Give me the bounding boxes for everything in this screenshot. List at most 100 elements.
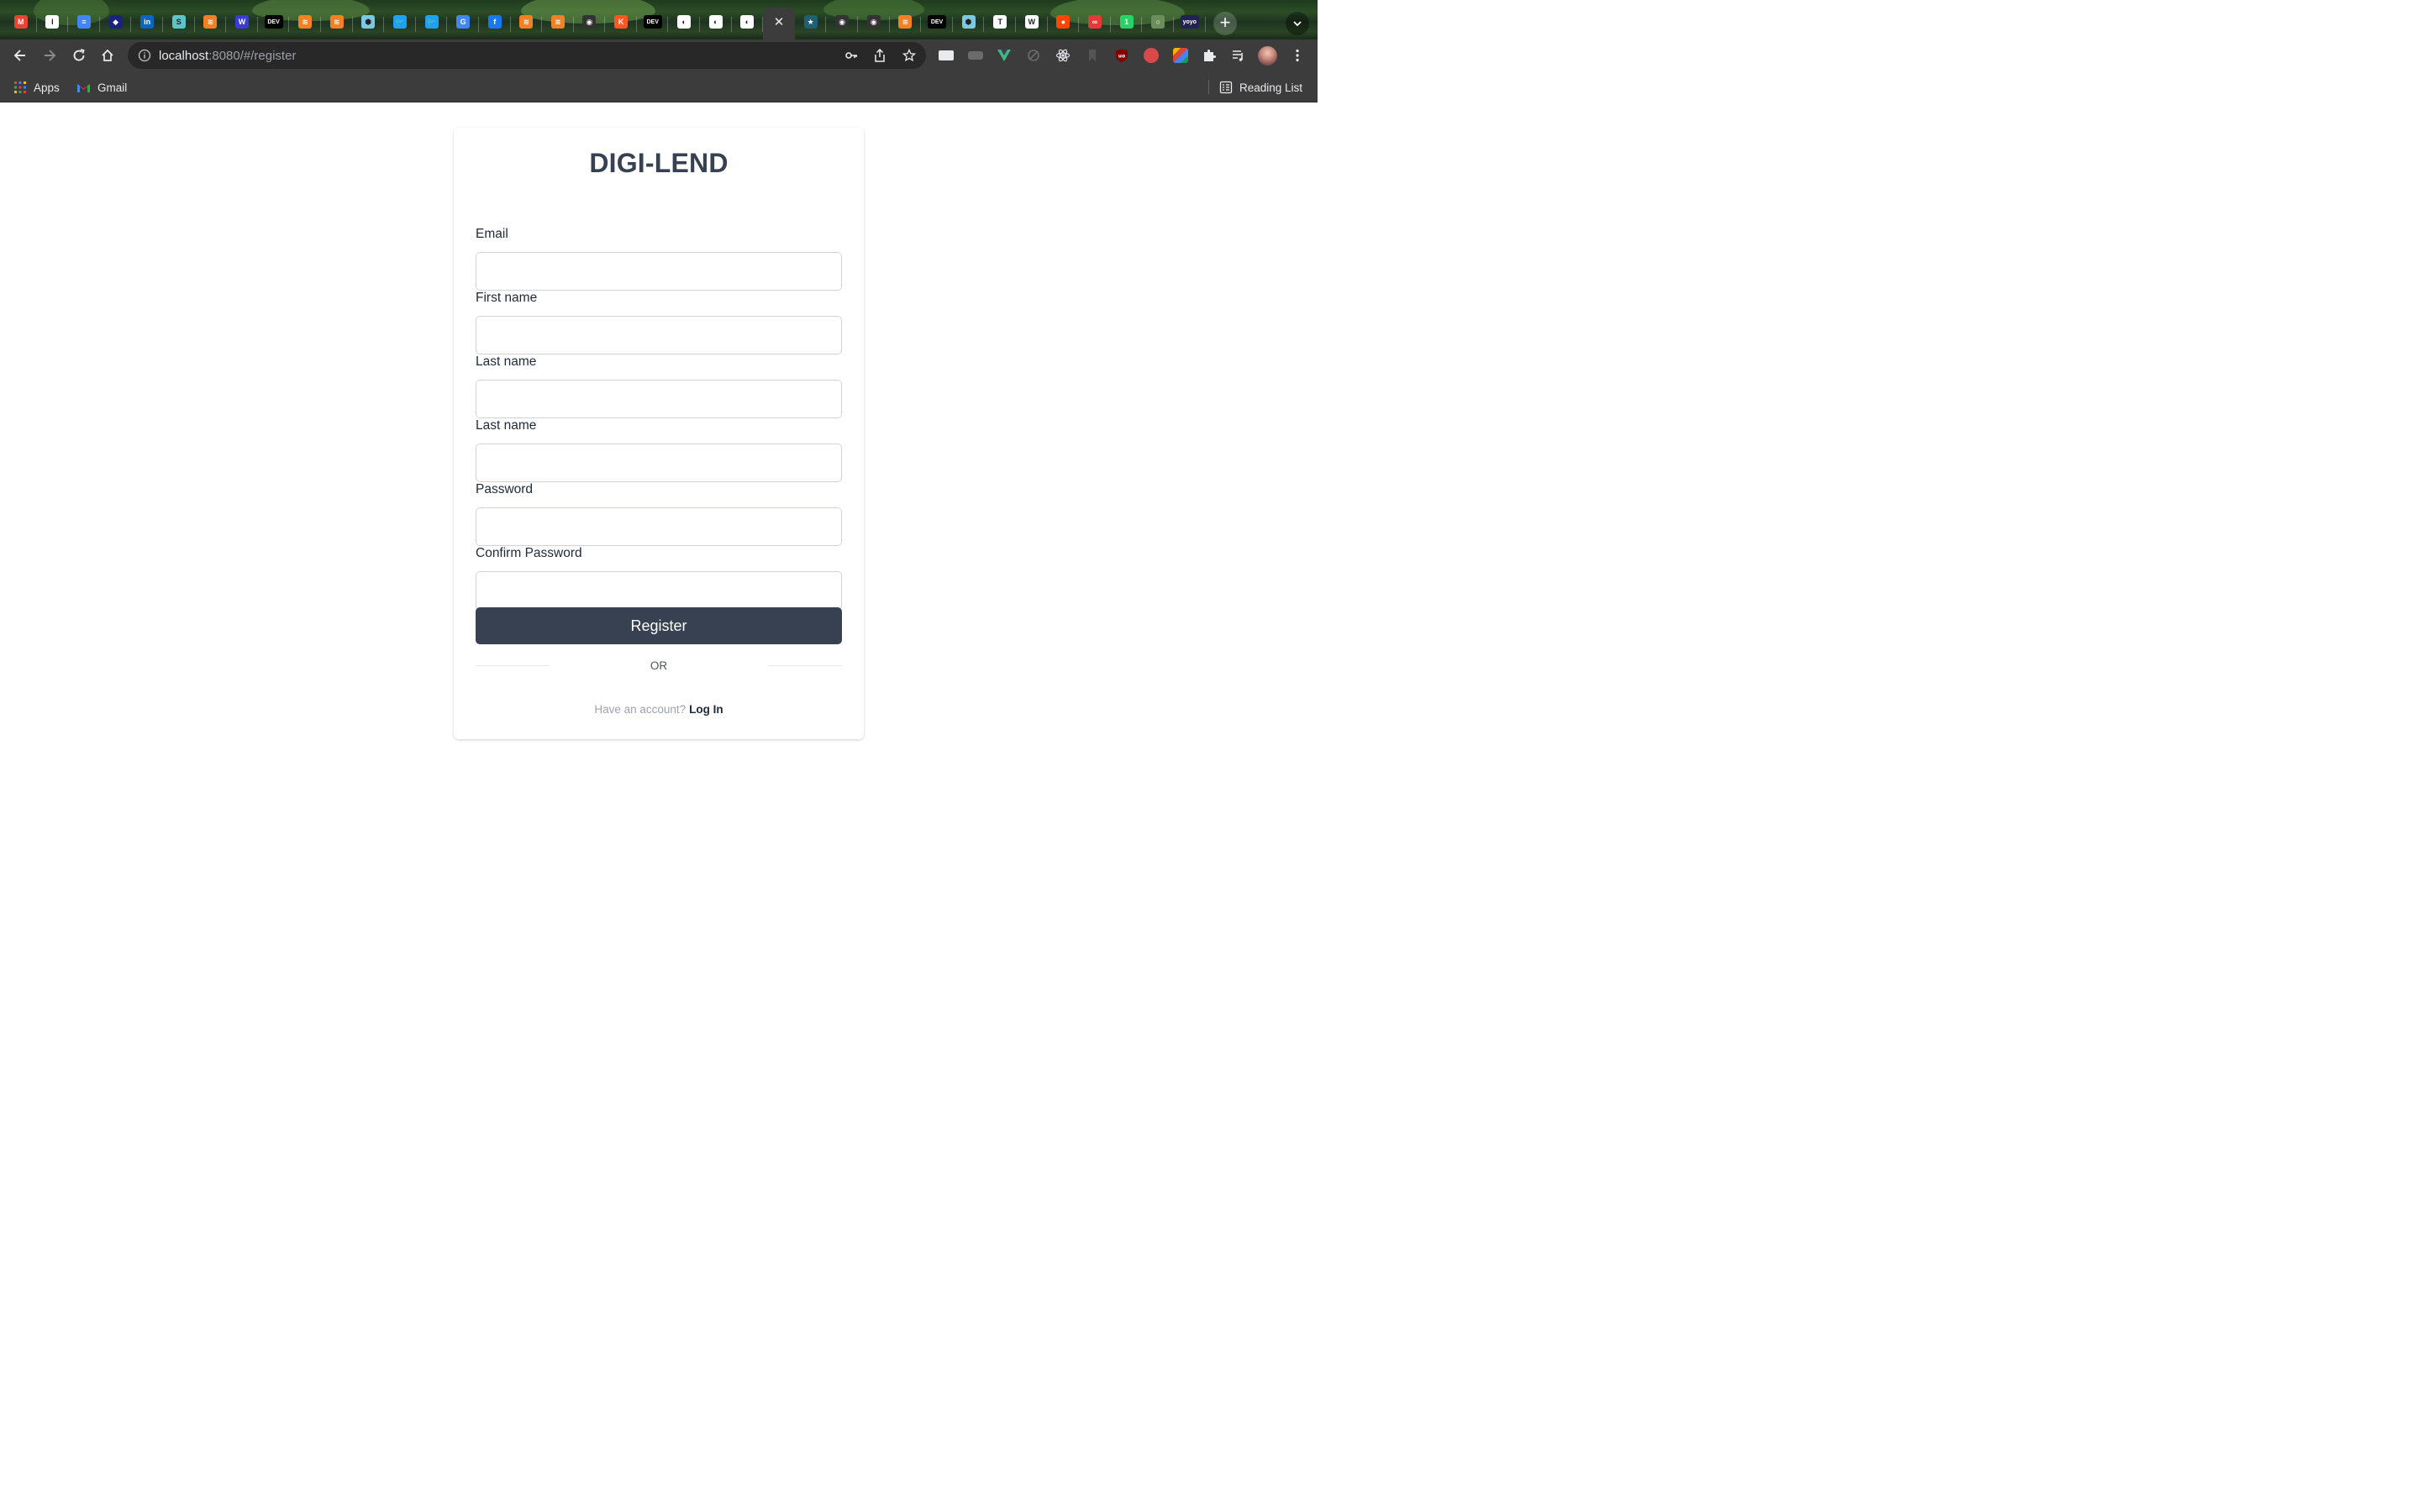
last-name-field-2[interactable] (476, 444, 842, 482)
instapaper-icon: T (993, 15, 1007, 29)
share-icon[interactable] (873, 49, 886, 62)
bookmark-apps[interactable]: Apps (13, 79, 60, 96)
email-field[interactable] (476, 252, 842, 291)
last-name-field[interactable] (476, 380, 842, 418)
extension-disabled-icon[interactable] (1026, 48, 1041, 63)
key-icon[interactable] (844, 49, 858, 62)
tab[interactable]: ≋ (195, 8, 227, 39)
tab[interactable]: T (984, 8, 1016, 39)
tab[interactable]: ★ (795, 8, 827, 39)
stackoverflow-icon: ≋ (898, 15, 913, 29)
tab[interactable]: ≡ (68, 8, 100, 39)
last-name-label: Last name (476, 354, 537, 369)
bookmark-apps-label: Apps (34, 81, 60, 94)
media-queue-icon[interactable] (1231, 48, 1246, 63)
instapaper-icon: I (45, 15, 60, 29)
tab[interactable]: ≋ (511, 8, 543, 39)
tab[interactable]: ⬢ (353, 8, 385, 39)
puzzle-icon[interactable] (1202, 48, 1217, 63)
link-app-icon: ∞ (1087, 15, 1102, 29)
first-name-field[interactable] (476, 316, 842, 354)
new-tab-button[interactable]: + (1213, 12, 1237, 35)
avatar[interactable] (1258, 46, 1277, 66)
plus-icon: + (1219, 12, 1231, 33)
tab[interactable]: 🐦 (416, 8, 448, 39)
tab[interactable]: ◉ (826, 8, 858, 39)
extension-color-icon[interactable] (1173, 48, 1188, 63)
extension-truck-icon[interactable] (939, 50, 954, 60)
tab[interactable]: W (226, 8, 258, 39)
react-devtools-icon[interactable] (1055, 48, 1071, 63)
tab[interactable]: ○ (1142, 8, 1174, 39)
tab[interactable]: DEV (258, 8, 290, 39)
bookmark-extension-icon[interactable] (1085, 48, 1100, 63)
forward-button[interactable] (39, 45, 60, 66)
address-bar[interactable]: localhost:8080/#/register (128, 42, 926, 69)
tab-active[interactable]: ✕ (763, 8, 795, 39)
tab[interactable]: S (163, 8, 195, 39)
vue-devtools-icon[interactable] (997, 48, 1012, 63)
chart-app-icon: W (1024, 15, 1039, 29)
twitter-icon: 🐦 (392, 15, 407, 29)
arrow-left-icon (13, 50, 25, 61)
tab[interactable]: DEV (921, 8, 953, 39)
more-menu-icon[interactable] (1290, 48, 1305, 63)
reading-list-button[interactable]: Reading List (1219, 79, 1302, 96)
tab[interactable]: in (131, 8, 163, 39)
tab[interactable]: 🐦 (384, 8, 416, 39)
tab[interactable]: ≋ (321, 8, 353, 39)
tab[interactable]: DEV (637, 8, 669, 39)
globe-icon: ◐ (708, 15, 723, 29)
whatsapp-icon: 1 (1119, 15, 1134, 29)
stackoverflow-icon: ≋ (203, 15, 218, 29)
tab[interactable]: yoyo (1174, 8, 1206, 39)
dev-icon: DEV (928, 15, 947, 29)
tab[interactable]: ◐ (668, 8, 700, 39)
reload-button[interactable] (68, 45, 90, 66)
extension-bus-icon[interactable] (968, 51, 983, 60)
globe-icon: ◐ (740, 15, 755, 29)
tab[interactable]: ◐ (732, 8, 764, 39)
tab[interactable]: ≋ (542, 8, 574, 39)
tab[interactable]: I (37, 8, 69, 39)
tab[interactable]: ◉ (574, 8, 606, 39)
circle-app-icon: ○ (1151, 15, 1165, 29)
tab[interactable]: ≋ (289, 8, 321, 39)
tab[interactable]: 1 (1111, 8, 1143, 39)
extension-red-icon[interactable] (1144, 48, 1159, 63)
reading-list-icon (1219, 81, 1233, 94)
tab[interactable]: M (5, 8, 37, 39)
tab[interactable]: ≋ (890, 8, 922, 39)
tab[interactable]: f (479, 8, 511, 39)
tab[interactable]: ◐ (700, 8, 732, 39)
reddit-icon: ● (1056, 15, 1071, 29)
tab[interactable]: ● (1048, 8, 1080, 39)
tab-search-button[interactable] (1286, 12, 1309, 35)
login-link[interactable]: Log In (689, 703, 723, 716)
confirm-password-field[interactable] (476, 571, 842, 610)
bookmark-gmail[interactable]: Gmail (76, 79, 127, 96)
tab[interactable]: K (605, 8, 637, 39)
home-button[interactable] (97, 45, 118, 66)
tab[interactable]: ◆ (100, 8, 132, 39)
address-url[interactable]: localhost:8080/#/register (159, 49, 296, 63)
star-icon[interactable] (902, 49, 916, 62)
close-icon[interactable]: ✕ (772, 15, 786, 29)
email-label: Email (476, 227, 508, 241)
tab[interactable]: G (447, 8, 479, 39)
page-content: DIGI-LEND Email First name Last name Las… (0, 102, 1318, 823)
password-field[interactable] (476, 507, 842, 546)
tab[interactable]: W (1016, 8, 1048, 39)
tab[interactable]: ◉ (858, 8, 890, 39)
back-button[interactable] (9, 45, 31, 66)
tab[interactable]: ⬢ (953, 8, 985, 39)
info-icon[interactable] (138, 49, 151, 62)
ublock-icon[interactable]: uo (1114, 48, 1129, 63)
tab[interactable]: ∞ (1079, 8, 1111, 39)
dev-icon: DEV (643, 15, 662, 29)
have-account-text: Have an account? (594, 703, 687, 716)
tab-list: M I ≡ ◆ in S ≋ W DEV ≋ ≋ ⬢ 🐦 🐦 Gf ≋ ≋ ◉ K DEV ◐ ◐ ◐ ✕ ★ ◉ ◉ ≋ DEV ⬢ T W… (5, 8, 1206, 39)
cube-icon: ⬢ (361, 15, 376, 29)
browser-tab-strip: M I ≡ ◆ in S ≋ W DEV ≋ ≋ ⬢ 🐦 🐦 Gf ≋ ≋ ◉ K DEV ◐ ◐ ◐ ✕ ★ ◉ ◉ ≋ DEV ⬢ T W… (0, 0, 1318, 39)
register-button[interactable]: Register (476, 607, 842, 644)
